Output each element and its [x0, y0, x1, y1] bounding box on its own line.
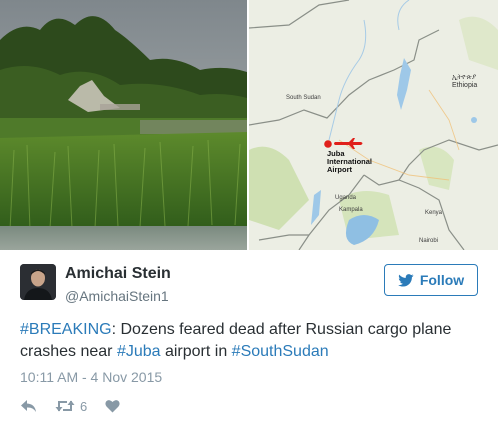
hashtag-juba[interactable]: #Juba: [117, 343, 161, 360]
crash-location-map[interactable]: South Sudan ኢትዮጵያ Ethiopia Juba Internat…: [249, 0, 498, 250]
map-label-juba-airport: Juba International Airport: [327, 149, 373, 174]
tweet-text: #BREAKING: Dozens feared dead after Russ…: [20, 319, 480, 363]
twitter-bird-icon: [398, 273, 414, 287]
retweet-count: 6: [80, 398, 88, 414]
crash-site-photo[interactable]: [0, 0, 247, 250]
follow-button[interactable]: Follow: [384, 264, 478, 296]
reply-button[interactable]: [20, 399, 37, 413]
tweet-timestamp[interactable]: 10:11 AM - 4 Nov 2015: [20, 369, 162, 385]
follow-button-label: Follow: [419, 272, 465, 288]
tweet-card: South Sudan ኢትዮጵያ Ethiopia Juba Internat…: [0, 0, 498, 429]
hashtag-breaking[interactable]: #BREAKING: [20, 321, 112, 338]
retweet-button[interactable]: 6: [55, 399, 87, 414]
like-button[interactable]: [105, 399, 120, 413]
map-label-nairobi: Nairobi: [419, 238, 439, 244]
author-handle[interactable]: @AmichaiStein1: [65, 288, 169, 304]
reply-icon: [21, 400, 36, 412]
map-label-ethiopia-native: ኢትዮጵያ: [452, 74, 477, 81]
avatar[interactable]: [20, 264, 56, 300]
map-label-kampala: Kampala: [339, 207, 363, 213]
map-label-kenya: Kenya: [425, 210, 443, 216]
crash-site-photo-graphic: [0, 0, 247, 250]
tweet-media[interactable]: South Sudan ኢትዮጵያ Ethiopia Juba Internat…: [0, 0, 498, 250]
map-label-ethiopia: Ethiopia: [452, 82, 478, 89]
heart-icon: [105, 400, 120, 413]
retweet-icon: [55, 400, 75, 412]
author-name[interactable]: Amichai Stein: [65, 265, 171, 283]
hashtag-southsudan[interactable]: #SouthSudan: [232, 343, 329, 360]
tweet-text-segment: airport in: [160, 343, 232, 360]
map-label-south-sudan: South Sudan: [286, 95, 321, 101]
map-label-uganda: Uganda: [335, 195, 357, 201]
crash-location-map-graphic: [249, 0, 498, 250]
avatar-graphic: [20, 264, 56, 300]
tweet-actions: 6: [20, 396, 120, 416]
